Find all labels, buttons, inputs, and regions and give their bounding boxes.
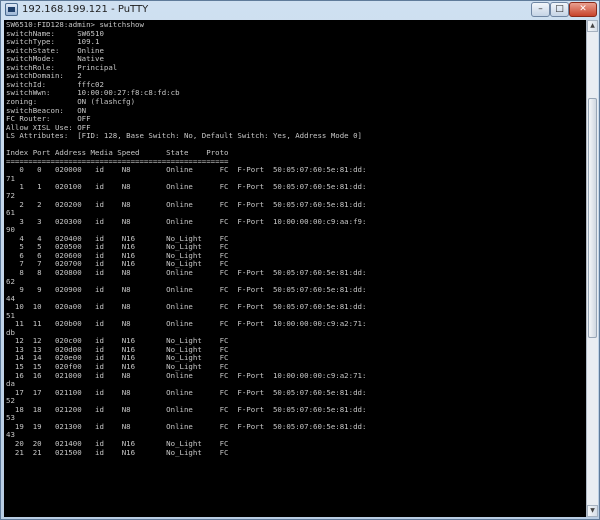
- terminal-line: zoning: ON (flashcfg): [6, 96, 136, 106]
- terminal-line: 8 8 020800 id N8 Online FC F-Port 50:05:…: [6, 267, 367, 277]
- terminal-line: da: [6, 379, 15, 389]
- putty-window: 192.168.199.121 - PuTTY – □ ✕ SW6510:FID…: [0, 0, 600, 520]
- arrow-down-icon[interactable]: ▼: [587, 505, 598, 517]
- terminal-line: 52: [6, 396, 15, 406]
- terminal-line: 19 19 021300 id N8 Online FC F-Port 50:0…: [6, 421, 367, 431]
- terminal-line: 61: [6, 208, 15, 218]
- close-button[interactable]: ✕: [569, 2, 597, 17]
- terminal-line: 10 10 020a00 id N8 Online FC F-Port 50:0…: [6, 302, 367, 312]
- terminal-line: 9 9 020900 id N8 Online FC F-Port 50:05:…: [6, 285, 367, 295]
- terminal-line: 0 0 020000 id N8 Online FC F-Port 50:05:…: [6, 165, 367, 175]
- terminal-line: 11 11 020b00 id N8 Online FC F-Port 10:0…: [6, 319, 367, 329]
- putty-icon[interactable]: [5, 3, 18, 16]
- terminal-line: 21 21 021500 id N16 No_Light FC: [6, 447, 229, 457]
- terminal-line: 72: [6, 191, 15, 200]
- terminal-line: 20 20 021400 id N16 No_Light FC: [6, 438, 229, 448]
- terminal-line: FC Router: OFF: [6, 114, 91, 124]
- terminal-line: 90: [6, 225, 15, 235]
- arrow-up-icon[interactable]: ▲: [587, 20, 598, 32]
- terminal-line: SW6510:FID128:admin> switchshow: [6, 20, 144, 29]
- minimize-button[interactable]: –: [531, 2, 550, 17]
- title-bar[interactable]: 192.168.199.121 - PuTTY – □ ✕: [1, 1, 599, 19]
- scrollbar-thumb[interactable]: [588, 98, 597, 338]
- terminal-line: switchType: 109.1: [6, 37, 100, 47]
- terminal-line: LS Attributes: [FID: 128, Base Switch: N…: [6, 131, 362, 141]
- terminal-line: 18 18 021200 id N8 Online FC F-Port 50:0…: [6, 404, 367, 414]
- terminal-line: 17 17 021100 id N8 Online FC F-Port 50:0…: [6, 387, 367, 397]
- window-title: 192.168.199.121 - PuTTY: [22, 4, 149, 15]
- vertical-scrollbar[interactable]: ▲ ▼: [586, 20, 598, 517]
- terminal-line: switchMode: Native: [6, 54, 104, 64]
- terminal-line: 2 2 020200 id N8 Online FC F-Port 50:05:…: [6, 199, 367, 209]
- terminal-line: 16 16 021000 id N8 Online FC F-Port 10:0…: [6, 370, 367, 380]
- maximize-button[interactable]: □: [550, 2, 569, 17]
- terminal-line: 1 1 020100 id N8 Online FC F-Port 50:05:…: [6, 182, 367, 192]
- terminal-line: 3 3 020300 id N8 Online FC F-Port 10:00:…: [6, 216, 367, 226]
- terminal-output[interactable]: SW6510:FID128:admin> switchshow switchNam…: [4, 20, 586, 517]
- terminal-line: 15 15 020f00 id N16 No_Light FC: [6, 362, 229, 371]
